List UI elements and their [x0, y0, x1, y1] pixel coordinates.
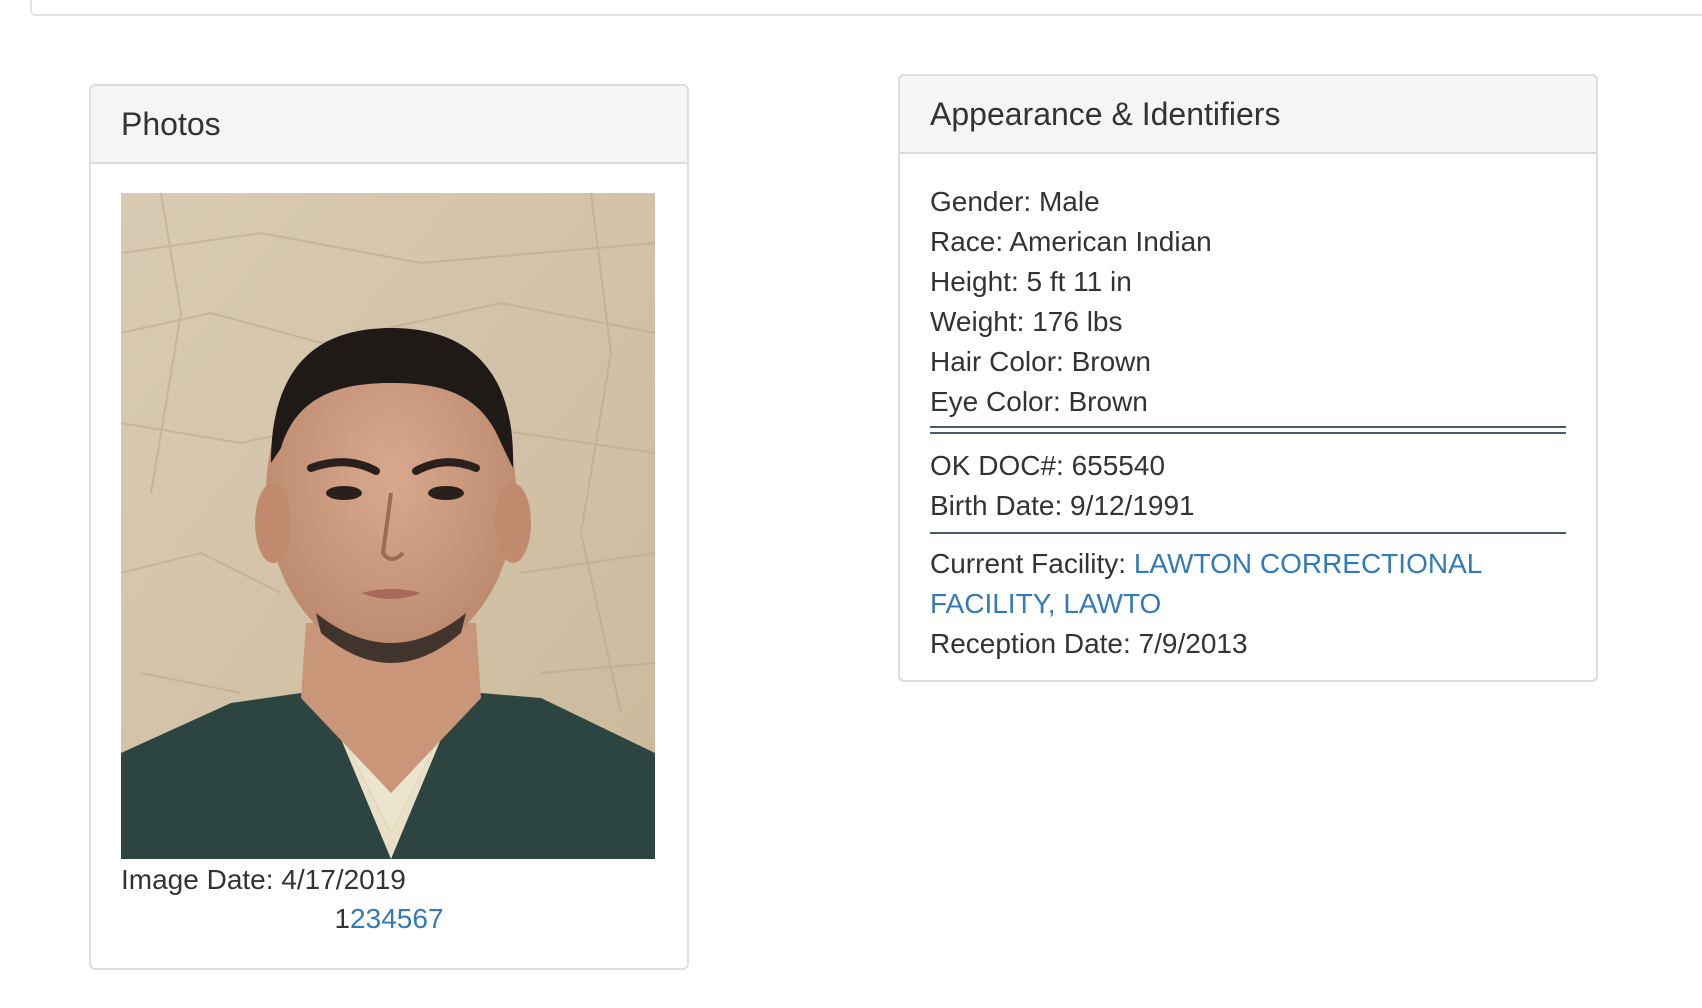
photo-page-6[interactable]: 6	[412, 903, 428, 934]
appearance-panel-body: Gender: Male Race: American Indian Heigh…	[930, 182, 1566, 664]
photo-pager: 1234567	[91, 903, 687, 935]
image-date-value: 4/17/2019	[281, 864, 406, 895]
current-facility-label: Current Facility:	[930, 548, 1134, 579]
image-date-label: Image Date:	[121, 864, 282, 895]
photo-page-4[interactable]: 4	[381, 903, 397, 934]
hair-color-field: Hair Color: Brown	[930, 346, 1151, 377]
race-field: Race: American Indian	[930, 226, 1212, 257]
doc-number-field: OK DOC#: 655540	[930, 450, 1166, 481]
birth-date-field: Birth Date: 9/12/1991	[930, 490, 1195, 521]
appearance-panel: Appearance & Identifiers Gender: Male Ra…	[898, 74, 1598, 682]
eye-color-field: Eye Color: Brown	[930, 386, 1148, 417]
photo-page-3[interactable]: 3	[366, 903, 382, 934]
gender-field: Gender: Male	[930, 186, 1100, 217]
appearance-panel-heading: Appearance & Identifiers	[900, 76, 1596, 154]
mugshot-photo	[121, 193, 655, 859]
section-divider	[930, 532, 1566, 534]
top-panel-edge	[30, 0, 1702, 16]
current-facility-field: Current Facility: LAWTON CORRECTIONAL FA…	[930, 544, 1566, 624]
reception-date-field: Reception Date: 7/9/2013	[930, 628, 1248, 659]
photos-panel-heading: Photos	[91, 86, 687, 164]
photo-page-5[interactable]: 5	[397, 903, 413, 934]
appearance-heading-text: Appearance & Identifiers	[930, 95, 1281, 132]
photos-heading-text: Photos	[121, 105, 221, 142]
photo-page-7[interactable]: 7	[428, 903, 444, 934]
weight-field: Weight: 176 lbs	[930, 306, 1123, 337]
photos-panel: Photos Image Date: 4/17/2019 1234567	[89, 84, 689, 970]
photo-page-1: 1	[334, 903, 351, 934]
photo-page-2[interactable]: 2	[350, 903, 366, 934]
section-divider	[930, 426, 1566, 434]
image-date: Image Date: 4/17/2019	[121, 864, 406, 896]
height-field: Height: 5 ft 11 in	[930, 266, 1132, 297]
